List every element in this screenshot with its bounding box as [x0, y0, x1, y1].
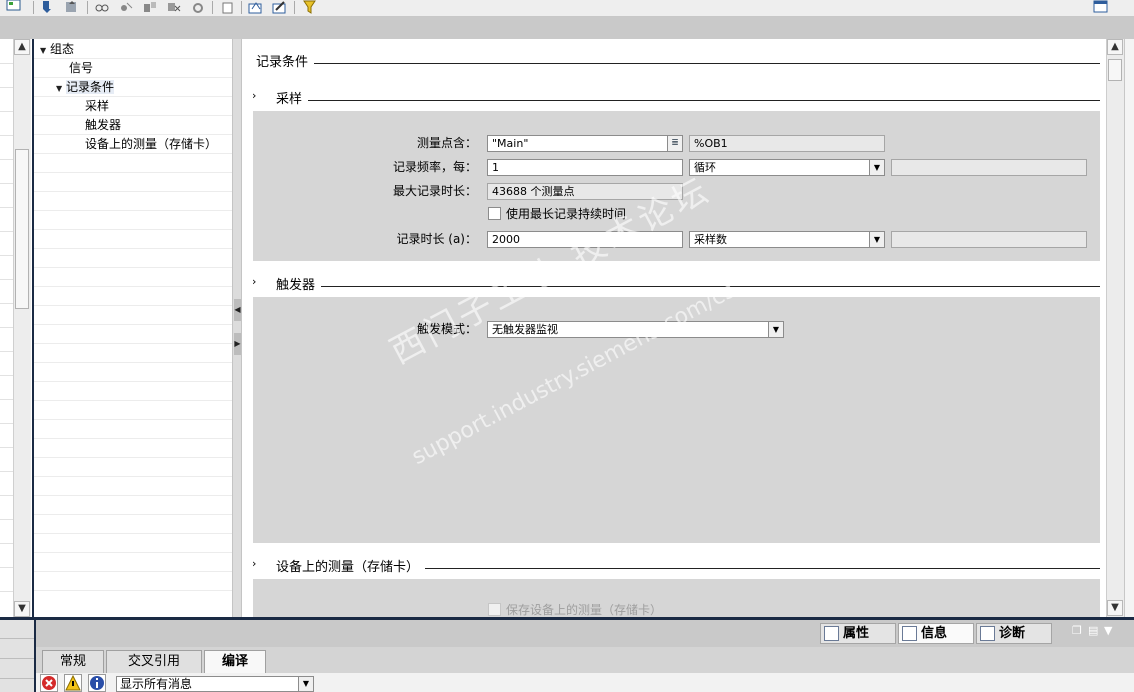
- edit-icon[interactable]: [272, 0, 288, 14]
- collapse-left-icon[interactable]: ◀: [234, 299, 241, 321]
- device-measurement-section: 保存设备上的测量（存储卡）: [253, 579, 1100, 617]
- tree-item-device-measurement[interactable]: 设备上的测量（存储卡）: [85, 135, 217, 153]
- main-scrollbar[interactable]: ▲ ▼: [1106, 39, 1124, 617]
- use-max-duration-checkbox[interactable]: [488, 207, 501, 220]
- window-layout-icon[interactable]: [1093, 0, 1109, 14]
- compare-icon[interactable]: [142, 0, 158, 14]
- tree-item-record-conditions[interactable]: ▼ 记录条件: [56, 78, 115, 98]
- scroll-thumb[interactable]: [15, 149, 29, 309]
- trigger-title: 触发器: [276, 274, 322, 293]
- warning-icon[interactable]: [64, 674, 82, 692]
- refresh-icon[interactable]: [190, 0, 206, 14]
- tree-item-signals[interactable]: 信号: [69, 59, 93, 77]
- toolbar-separator: [212, 1, 213, 14]
- inspector-tab-bar: 属性 信息 诊断 ❐ ▤ ▼: [34, 620, 1134, 647]
- chevron-right-icon[interactable]: ›: [252, 275, 256, 288]
- measure-point-label: 测量点含：: [416, 136, 477, 150]
- download-icon[interactable]: [40, 0, 56, 14]
- navigation-tree: ▼ 组态 信号 ▼ 记录条件 采样 触发器 设备上的测量（存储卡）: [34, 39, 234, 617]
- tree-item-trigger[interactable]: 触发器: [85, 116, 121, 134]
- trigger-header[interactable]: › 触发器: [242, 272, 1106, 294]
- toolbar-separator: [241, 1, 242, 14]
- device-measurement-header[interactable]: › 设备上的测量（存储卡）: [242, 554, 1106, 576]
- scroll-up-button[interactable]: ▲: [14, 39, 30, 55]
- right-edge-panel: [1124, 39, 1134, 617]
- tab-general[interactable]: 常规: [42, 650, 104, 673]
- record-frequency-label: 记录频率，每：: [392, 160, 477, 174]
- max-duration-label: 最大记录时长：: [392, 184, 477, 198]
- save-device-measurement-checkbox[interactable]: [488, 603, 501, 616]
- record-frequency-unit-select[interactable]: 循环 ▼: [689, 159, 885, 176]
- record-duration-label: 记录时长 (a)：: [396, 232, 477, 246]
- filter-icon[interactable]: [302, 0, 318, 14]
- output-tab-bar: 常规 交叉引用 编译: [34, 647, 1134, 673]
- record-duration-unit-select[interactable]: 采样数 ▼: [689, 231, 885, 248]
- left-bottom-area: [0, 620, 34, 692]
- browse-icon[interactable]: ≣: [667, 136, 682, 151]
- tree-item-sampling[interactable]: 采样: [85, 97, 109, 115]
- record-frequency-input[interactable]: 1: [487, 159, 683, 176]
- chevron-down-icon[interactable]: ▼: [869, 232, 884, 247]
- connect-icon[interactable]: [94, 0, 110, 14]
- diagnostics-icon: [980, 626, 995, 641]
- toolbar-separator: [294, 1, 295, 14]
- trigger-section: 触发模式： 无触发器监视 ▼: [253, 297, 1100, 543]
- tab-info[interactable]: 信息: [898, 623, 974, 644]
- scroll-down-button[interactable]: ▼: [14, 601, 30, 617]
- left-rail: ▲ ▼: [0, 39, 34, 619]
- import-icon[interactable]: [248, 0, 264, 14]
- export-icon[interactable]: [220, 0, 236, 14]
- tab-compile[interactable]: 编译: [204, 650, 266, 673]
- grid-icon[interactable]: [6, 0, 22, 14]
- error-icon[interactable]: [40, 674, 58, 692]
- toolbar: [0, 0, 1134, 17]
- expand-right-icon[interactable]: ▶: [234, 333, 241, 355]
- properties-icon: [824, 626, 839, 641]
- disconnect-icon[interactable]: [118, 0, 134, 14]
- sampling-title: 采样: [276, 88, 309, 107]
- tab-diagnostics[interactable]: 诊断: [976, 623, 1052, 644]
- left-scrollbar[interactable]: ▲ ▼: [13, 39, 31, 619]
- page-title: 记录条件: [256, 51, 315, 70]
- tree-item-config[interactable]: ▼ 组态: [40, 40, 74, 58]
- message-filter-bar: 显示所有消息 ▼: [34, 673, 1134, 692]
- expand-arrow-icon[interactable]: ▼: [56, 80, 66, 98]
- sampling-header[interactable]: › 采样: [242, 86, 1106, 108]
- tab-cross-reference[interactable]: 交叉引用: [106, 650, 202, 673]
- toolbar-band: [0, 17, 1134, 39]
- record-duration-extra-field: [891, 231, 1087, 248]
- toolbar-separator: [33, 1, 34, 14]
- chevron-down-icon[interactable]: ▼: [1104, 624, 1112, 637]
- message-filter-select[interactable]: 显示所有消息 ▼: [116, 676, 314, 692]
- scroll-thumb[interactable]: [1108, 59, 1122, 81]
- delete-icon[interactable]: [166, 0, 182, 14]
- chevron-down-icon[interactable]: ▼: [768, 322, 783, 337]
- scroll-down-button[interactable]: ▼: [1107, 600, 1123, 616]
- panel-splitter[interactable]: ◀ ▶: [232, 39, 242, 617]
- toolbar-separator: [87, 1, 88, 14]
- device-measurement-title: 设备上的测量（存储卡）: [276, 556, 426, 575]
- chevron-down-icon[interactable]: ▼: [869, 160, 884, 175]
- info-icon: [902, 626, 917, 641]
- chevron-right-icon[interactable]: ›: [252, 89, 256, 102]
- tab-properties[interactable]: 属性: [820, 623, 896, 644]
- expand-arrow-icon[interactable]: ▼: [40, 42, 50, 60]
- main-header: 记录条件: [242, 49, 1106, 71]
- scroll-up-button[interactable]: ▲: [1107, 39, 1123, 55]
- measure-point-ob-field: %OB1: [689, 135, 885, 152]
- save-device-measurement-label: 保存设备上的测量（存储卡）: [506, 603, 663, 617]
- minimize-window-icon[interactable]: ▤: [1088, 624, 1098, 637]
- info-icon[interactable]: [88, 674, 106, 692]
- upload-icon[interactable]: [64, 0, 80, 14]
- chevron-right-icon[interactable]: ›: [252, 557, 256, 570]
- record-frequency-extra-field: [891, 159, 1087, 176]
- restore-window-icon[interactable]: ❐: [1072, 624, 1082, 637]
- chevron-down-icon[interactable]: ▼: [298, 677, 313, 691]
- measure-point-field[interactable]: "Main" ≣: [487, 135, 683, 152]
